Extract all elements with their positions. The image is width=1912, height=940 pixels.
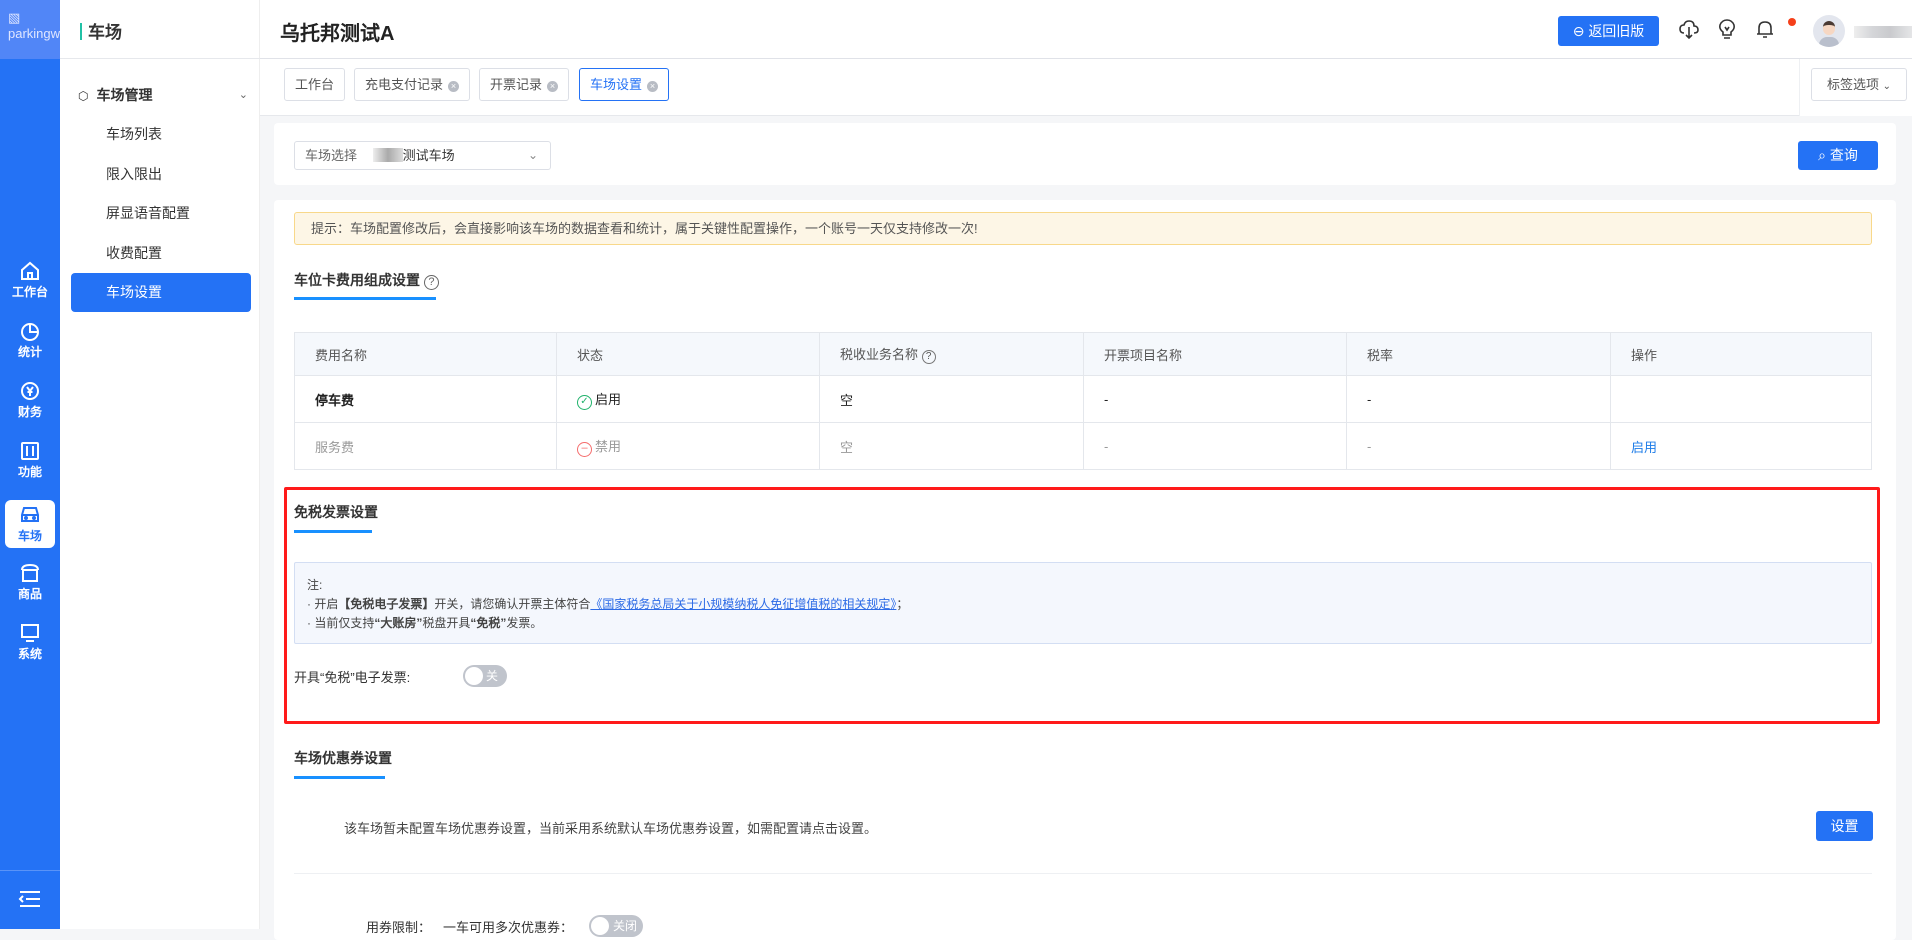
notification-dot [1788,18,1796,26]
parking-select[interactable]: 车场选择 测试车场 ⌄ [294,141,551,170]
tax-regulation-link[interactable]: 《国家税务总局关于小规模纳税人免征增值税的相关规定》 [590,597,896,611]
chevron-down-icon: ⌄ [1882,81,1892,92]
note-box: 注: · 开启【免税电子发票】开关，请您确认开票主体符合《国家税务总局关于小规模… [294,562,1872,644]
pie-chart-icon [21,323,39,341]
chevron-down-icon: ⌄ [238,89,248,101]
multi-coupon-label: 一车可用多次优惠券： [443,920,574,935]
query-button[interactable]: ⌕ 查询 [1798,141,1878,170]
sidebar-group-parking-management[interactable]: ⬡ 车场管理 ⌄ [78,84,248,106]
fee-table: 费用名称 状态 税收业务名称 ? 开票项目名称 税率 操作 停车费 ✓ 启用 空 … [294,332,1872,470]
warning-alert: 提示：车场配置修改后，会直接影响该车场的数据查看和统计，属于关键性配置操作，一个… [294,212,1872,245]
tab-invoice-records[interactable]: 开票记录 × [479,68,570,101]
coupon-set-button[interactable]: 设置 [1816,811,1873,841]
table-header-row: 费用名称 状态 税收业务名称 ? 开票项目名称 税率 操作 [294,332,1872,376]
tab-options-dropdown[interactable]: 标签选项 ⌄ [1811,68,1907,101]
table-row: 服务费 – 禁用 空 - - 启用 [294,422,1872,470]
username-blurred [1854,26,1912,38]
arrow-left-circle-icon: ⊖ [1572,23,1589,39]
sidebar-item-screen-voice[interactable]: 屏显语音配置 [71,194,251,232]
taxfree-invoice-toggle[interactable]: 关 [463,665,507,687]
sidebar: 车场 ⬡ 车场管理 ⌄ 车场列表 限入限出 屏显语音配置 收费配置 车场设置 [60,0,260,929]
sliders-icon [21,442,39,460]
filter-card: 车场选择 测试车场 ⌄ ⌕ 查询 [274,123,1896,185]
divider [294,873,1872,874]
page-title: 乌托邦测试A [280,23,395,45]
enable-link[interactable]: 启用 [1631,440,1657,455]
help-icon[interactable]: ? [423,275,439,290]
column-header: 税率 [1346,332,1611,376]
avatar[interactable] [1813,15,1845,47]
monitor-icon [21,624,39,642]
close-icon[interactable]: × [448,81,460,92]
nav-parking[interactable]: 车场 [5,500,55,548]
taxfree-toggle-label: 开具“免税”电子发票: [294,670,411,685]
nav-goods[interactable]: 商品 [5,558,55,606]
nav-system[interactable]: 系统 [5,618,55,666]
sidebar-item-parking-list[interactable]: 车场列表 [71,115,251,153]
yen-icon [21,382,39,400]
back-to-old-version-button[interactable]: ⊖ 返回旧版 [1558,16,1659,46]
section-underline [294,297,436,300]
column-header: 费用名称 [294,332,557,376]
blurred-text [372,148,403,162]
search-icon: ⌕ [1818,147,1830,163]
section-underline [294,530,372,533]
status-badge: 启用 [595,391,622,407]
chevron-down-icon: ⌄ [527,148,538,162]
cube-icon: ⬡ [78,89,89,103]
tab-charging-payment[interactable]: 充电支付记录 × [354,68,471,101]
sidebar-item-parking-settings[interactable]: 车场设置 [71,273,251,312]
coupon-section-title: 车场优惠券设置 [294,750,392,766]
minus-circle-icon: – [577,441,592,457]
column-header: 操作 [1610,332,1872,376]
bell-icon[interactable] [1754,18,1776,40]
nav-finance[interactable]: 财务 [5,376,55,424]
tab-parking-settings[interactable]: 车场设置 × [579,68,670,101]
column-header: 开票项目名称 [1083,332,1347,376]
multi-coupon-toggle[interactable]: 关闭 [589,915,643,937]
taxfree-section-title: 免税发票设置 [294,504,378,520]
help-icon[interactable]: ? [921,350,936,364]
collapse-menu-icon[interactable] [18,890,42,908]
home-icon [21,261,39,280]
divider [0,870,60,871]
check-circle-icon: ✓ [577,394,592,410]
fee-section-title: 车位卡费用组成设置 ? [294,270,439,290]
broken-image-icon: ▧ [8,10,21,25]
coupon-limit-label: 用券限制： [366,920,432,935]
cloud-download-icon[interactable] [1678,18,1700,40]
lightbulb-icon[interactable] [1716,18,1738,40]
logo: ▧ parkingw [0,0,60,59]
sidebar-item-entry-limit[interactable]: 限入限出 [71,155,251,193]
nav-functions[interactable]: 功能 [5,436,55,484]
icon-nav-bar: ▧ parkingw 工作台 统计 财务 功能 车场 商品 系统 [0,0,60,929]
nav-statistics[interactable]: 统计 [5,316,55,364]
nav-workbench[interactable]: 工作台 [5,256,55,304]
tab-workbench[interactable]: 工作台 [284,68,346,101]
sidebar-item-fee-config[interactable]: 收费配置 [71,234,251,272]
close-icon[interactable]: × [647,81,659,92]
coupon-description: 该车场暂未配置车场优惠券设置，当前采用系统默认车场优惠券设置，如需配置请点击设置… [344,821,878,836]
column-header: 税收业务名称 ? [819,332,1084,376]
tab-bar: 工作台 充电支付记录 × 开票记录 × 车场设置 × 标签选项 ⌄ [260,59,1912,116]
column-header: 状态 [556,332,820,376]
status-badge: 禁用 [595,438,622,454]
car-icon [21,507,39,522]
section-underline [294,776,385,779]
tab-options-area: 标签选项 ⌄ [1799,59,1912,116]
top-header: 乌托邦测试A ⊖ 返回旧版 [260,0,1912,59]
close-icon[interactable]: × [547,81,559,92]
sidebar-title: 车场 [60,0,260,59]
store-icon [21,563,39,582]
settings-card: 提示：车场配置修改后，会直接影响该车场的数据查看和统计，属于关键性配置操作，一个… [274,200,1896,940]
table-row: 停车费 ✓ 启用 空 - - [294,375,1872,423]
